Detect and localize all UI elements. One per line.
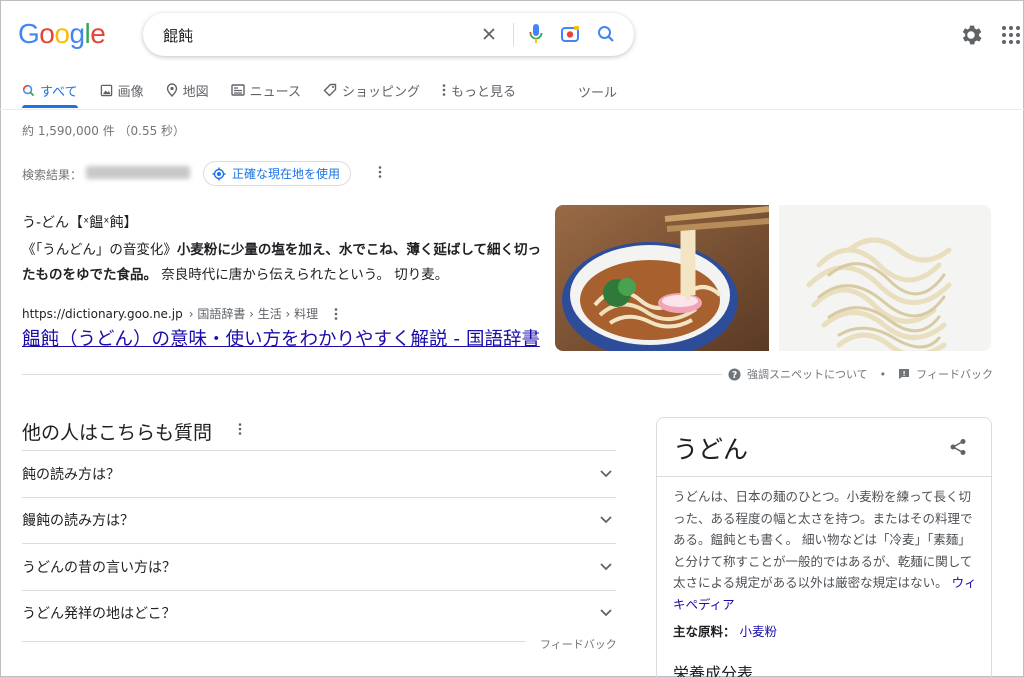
logo-letter: o	[54, 18, 70, 49]
snippet-divider	[22, 374, 722, 375]
chevron-down-icon	[600, 609, 612, 617]
paa-question-text: 飩の読み方は？	[22, 466, 120, 483]
tab-label: すべて	[40, 84, 78, 100]
people-also-ask-title: 他の人はこちらも質問	[22, 422, 213, 444]
paa-question[interactable]: 飩の読み方は？	[22, 450, 616, 497]
search-icon[interactable]	[593, 21, 619, 47]
tab-maps[interactable]: 地図	[166, 78, 209, 102]
header-divider	[0, 109, 1024, 110]
search-box[interactable]: 餛飩	[143, 13, 634, 56]
paa-feedback-link[interactable]: フィードバック	[540, 636, 617, 652]
location-blurred	[86, 166, 190, 179]
location-target-icon	[212, 167, 226, 180]
help-icon: ?	[728, 367, 741, 380]
tab-label: ショッピング	[341, 84, 420, 100]
search-divider	[513, 23, 514, 46]
logo-letter: e	[90, 18, 106, 49]
chevron-down-icon	[600, 516, 612, 524]
snippet-source: https://dictionary.goo.ne.jp › 国語辞書 › 生活…	[22, 305, 338, 322]
logo-letter: o	[39, 18, 55, 49]
tab-news[interactable]: ニュース	[230, 78, 301, 102]
map-pin-icon	[166, 83, 177, 97]
google-logo[interactable]: Google	[18, 18, 106, 50]
udon-bowl-image[interactable]	[555, 205, 769, 351]
knowledge-panel-title: うどん	[673, 435, 749, 464]
paa-question-text: うどんの昔の言い方は？	[22, 559, 176, 576]
more-vert-icon[interactable]	[334, 307, 338, 321]
use-precise-location-button[interactable]: 正確な現在地を使用	[203, 161, 352, 186]
snippet-url: https://dictionary.goo.ne.jp	[22, 306, 183, 321]
footer-separator: •	[879, 367, 887, 381]
paa-more-icon[interactable]	[238, 422, 242, 440]
nutrition-heading: 栄養成分表	[673, 664, 754, 677]
search-tabs: すべて 画像 地図 ニュース ショッピング もっと見る	[22, 78, 538, 110]
tab-label: 地図	[182, 84, 209, 100]
search-icon	[22, 84, 35, 96]
gear-icon[interactable]	[958, 22, 984, 48]
feedback-icon	[899, 369, 910, 379]
ingredient-label: 主な原料：	[673, 624, 736, 639]
logo-letter: g	[69, 18, 85, 49]
snippet-footer: ? 強調スニペットについて • フィードバック	[728, 366, 993, 382]
active-tab-indicator	[22, 105, 78, 108]
location-more-icon[interactable]	[378, 165, 382, 183]
tab-all[interactable]: すべて	[22, 78, 78, 102]
svg-text:?: ?	[732, 369, 737, 380]
location-label: 検索結果：	[22, 168, 83, 182]
more-vert-icon	[442, 84, 446, 96]
chevron-down-icon	[600, 563, 612, 571]
udon-noodles-image[interactable]	[779, 205, 991, 351]
share-icon[interactable]	[949, 438, 967, 460]
main-ingredient: 主な原料： 小麦粉	[673, 621, 777, 640]
ingredient-link[interactable]: 小麦粉	[740, 624, 778, 639]
snippet-text-c: 奈良時代に唐から伝えられたという。 切り麦。	[157, 267, 449, 283]
about-snippets-link[interactable]: 強調スニペットについて	[747, 366, 868, 382]
tab-images[interactable]: 画像	[100, 78, 144, 102]
snippet-text-a: 《「うんどん」の音変化》	[22, 242, 177, 258]
snippet-feedback-link[interactable]: フィードバック	[916, 366, 993, 382]
apps-grid-icon[interactable]	[1000, 24, 1022, 46]
snippet-headword: う‐どん【ˣ饂ˣ飩】	[22, 215, 138, 231]
knowledge-panel: うどん うどんは、日本の麺のひとつ。小麦粉を練って長く切った、ある程度の幅と太さ…	[656, 417, 992, 677]
tab-label: もっと見る	[450, 84, 516, 100]
camera-icon[interactable]	[557, 21, 583, 47]
paa-question-text: うどん発祥の地はどこ？	[22, 606, 176, 623]
microphone-icon[interactable]	[523, 21, 549, 47]
snippet-text: 《「うんどん」の音変化》小麦粉に少量の塩を加え、水でこね、薄く延ばして細く切った…	[22, 238, 550, 288]
knowledge-panel-divider	[657, 476, 991, 477]
paa-question[interactable]: うどんの昔の言い方は？	[22, 543, 616, 590]
tab-more[interactable]: もっと見る	[442, 78, 516, 102]
people-also-ask-list: 飩の読み方は？ 饅飩の読み方は？ うどんの昔の言い方は？ うどん発祥の地はどこ？	[22, 450, 616, 636]
clear-icon[interactable]	[476, 21, 502, 47]
news-icon	[230, 84, 245, 96]
paa-question[interactable]: 饅飩の読み方は？	[22, 496, 616, 544]
knowledge-panel-description: うどんは、日本の麺のひとつ。小麦粉を練って長く切った、ある程度の幅と太さを持つ。…	[673, 486, 981, 615]
tab-shopping[interactable]: ショッピング	[323, 78, 420, 102]
location-button-label: 正確な現在地を使用	[232, 167, 341, 181]
chevron-down-icon	[600, 470, 612, 478]
logo-letter: G	[18, 18, 40, 49]
snippet-breadcrumb: › 国語辞書 › 生活 › 料理	[188, 307, 319, 321]
paa-bottom-divider	[22, 641, 526, 642]
tab-label: ニュース	[249, 84, 301, 100]
description-text: うどんは、日本の麺のひとつ。小麦粉を練って長く切った、ある程度の幅と太さを持つ。…	[673, 489, 973, 590]
tab-label: 画像	[117, 84, 144, 100]
tools-button[interactable]: ツール	[578, 82, 617, 101]
search-input[interactable]: 餛飩	[163, 25, 193, 46]
paa-question-text: 饅飩の読み方は？	[22, 513, 134, 530]
paa-question[interactable]: うどん発祥の地はどこ？	[22, 589, 616, 637]
result-stats: 約 1,590,000 件 （0.55 秒）	[22, 124, 186, 138]
snippet-title-link[interactable]: 饂飩（うどん）の意味・使い方をわかりやすく解説 - 国語辞書	[22, 325, 540, 351]
tag-icon	[323, 83, 337, 97]
image-icon	[100, 84, 112, 96]
